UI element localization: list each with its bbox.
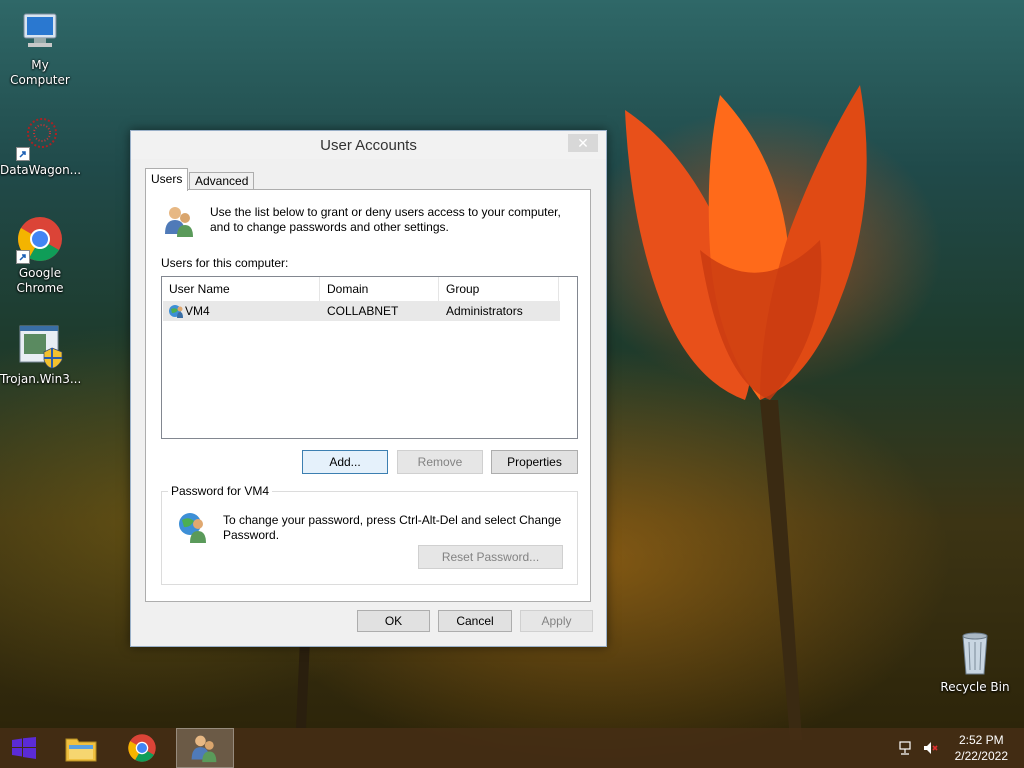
table-row[interactable]: VM4 COLLABNET Administrators	[163, 301, 560, 321]
properties-button[interactable]: Properties	[491, 450, 578, 474]
password-groupbox: Password for VM4 To change your password…	[161, 484, 578, 585]
installer-icon	[16, 322, 64, 370]
system-clock[interactable]: 2:52 PM 2/22/2022	[955, 732, 1008, 764]
apply-button[interactable]: Apply	[520, 610, 593, 632]
desktop-icon-label: DataWagon...	[0, 163, 82, 177]
computer-icon	[16, 8, 64, 56]
clock-date: 2/22/2022	[954, 749, 1008, 763]
clock-time: 2:52 PM	[958, 733, 1004, 747]
dialog-title: User Accounts	[320, 137, 417, 154]
password-group-title: Password for VM4	[168, 484, 273, 498]
cancel-button[interactable]: Cancel	[438, 610, 512, 632]
tab-advanced[interactable]: Advanced	[189, 172, 255, 190]
start-button[interactable]	[0, 728, 48, 768]
user-key-icon	[176, 510, 210, 544]
desktop-icon-label: My Computer	[10, 58, 70, 87]
taskbar-chrome[interactable]	[114, 728, 172, 768]
column-header-user-name[interactable]: User Name	[162, 277, 320, 301]
ok-button[interactable]: OK	[357, 610, 430, 632]
cell-user-name: VM4	[185, 304, 210, 318]
desktop-icon-label: Recycle Bin	[940, 680, 1010, 694]
taskbar-file-explorer[interactable]	[52, 728, 110, 768]
column-header-group[interactable]: Group	[439, 277, 559, 301]
column-header-domain[interactable]: Domain	[320, 277, 439, 301]
password-instructions: To change your password, press Ctrl-Alt-…	[223, 513, 562, 542]
start-icon	[12, 737, 36, 762]
users-list-label: Users for this computer:	[161, 256, 289, 270]
desktop-icon-recycle-bin[interactable]: Recycle Bin	[935, 630, 1015, 695]
chrome-icon	[16, 216, 64, 264]
datawagon-icon	[16, 113, 64, 161]
desktop-icon-label: Google Chrome	[16, 266, 64, 295]
recycle-bin-icon	[951, 630, 999, 678]
user-globe-icon	[168, 303, 184, 319]
close-button[interactable]: ✕	[568, 134, 598, 152]
close-icon: ✕	[577, 135, 589, 151]
desktop-icon-datawagon[interactable]: DataWagon...	[0, 113, 82, 178]
shortcut-arrow-icon	[16, 147, 30, 161]
reset-password-button[interactable]: Reset Password...	[418, 545, 563, 569]
dialog-titlebar[interactable]: User Accounts ✕	[131, 131, 606, 159]
chrome-icon	[127, 733, 157, 766]
file-explorer-icon	[65, 734, 97, 765]
volume-muted-icon[interactable]	[922, 740, 938, 759]
taskbar-user-accounts[interactable]	[176, 728, 234, 768]
user-accounts-icon	[189, 733, 219, 766]
users-list[interactable]: User Name Domain Group VM4 COLLABNET Adm…	[161, 276, 578, 439]
remove-button[interactable]: Remove	[397, 450, 483, 474]
network-icon[interactable]	[898, 740, 914, 759]
desktop-icon-label: Trojan.Win3...	[0, 372, 82, 386]
users-tab-panel: Use the list below to grant or deny user…	[145, 189, 591, 602]
add-button[interactable]: Add...	[302, 450, 388, 474]
shortcut-arrow-icon	[16, 250, 30, 264]
cell-domain: COLLABNET	[327, 304, 399, 318]
users-icon	[162, 204, 196, 238]
intro-text: Use the list below to grant or deny user…	[210, 205, 561, 234]
users-list-header: User Name Domain Group	[162, 277, 577, 301]
desktop-icon-trojan[interactable]: Trojan.Win3...	[0, 322, 82, 387]
desktop-icon-my-computer[interactable]: My Computer	[0, 8, 80, 88]
user-accounts-dialog: User Accounts ✕ Users Advanced Use the l…	[130, 130, 607, 647]
cell-group: Administrators	[446, 304, 523, 318]
tab-users[interactable]: Users	[145, 168, 189, 191]
taskbar: 2:52 PM 2/22/2022	[0, 728, 1024, 768]
desktop-icon-google-chrome[interactable]: Google Chrome	[0, 216, 80, 296]
